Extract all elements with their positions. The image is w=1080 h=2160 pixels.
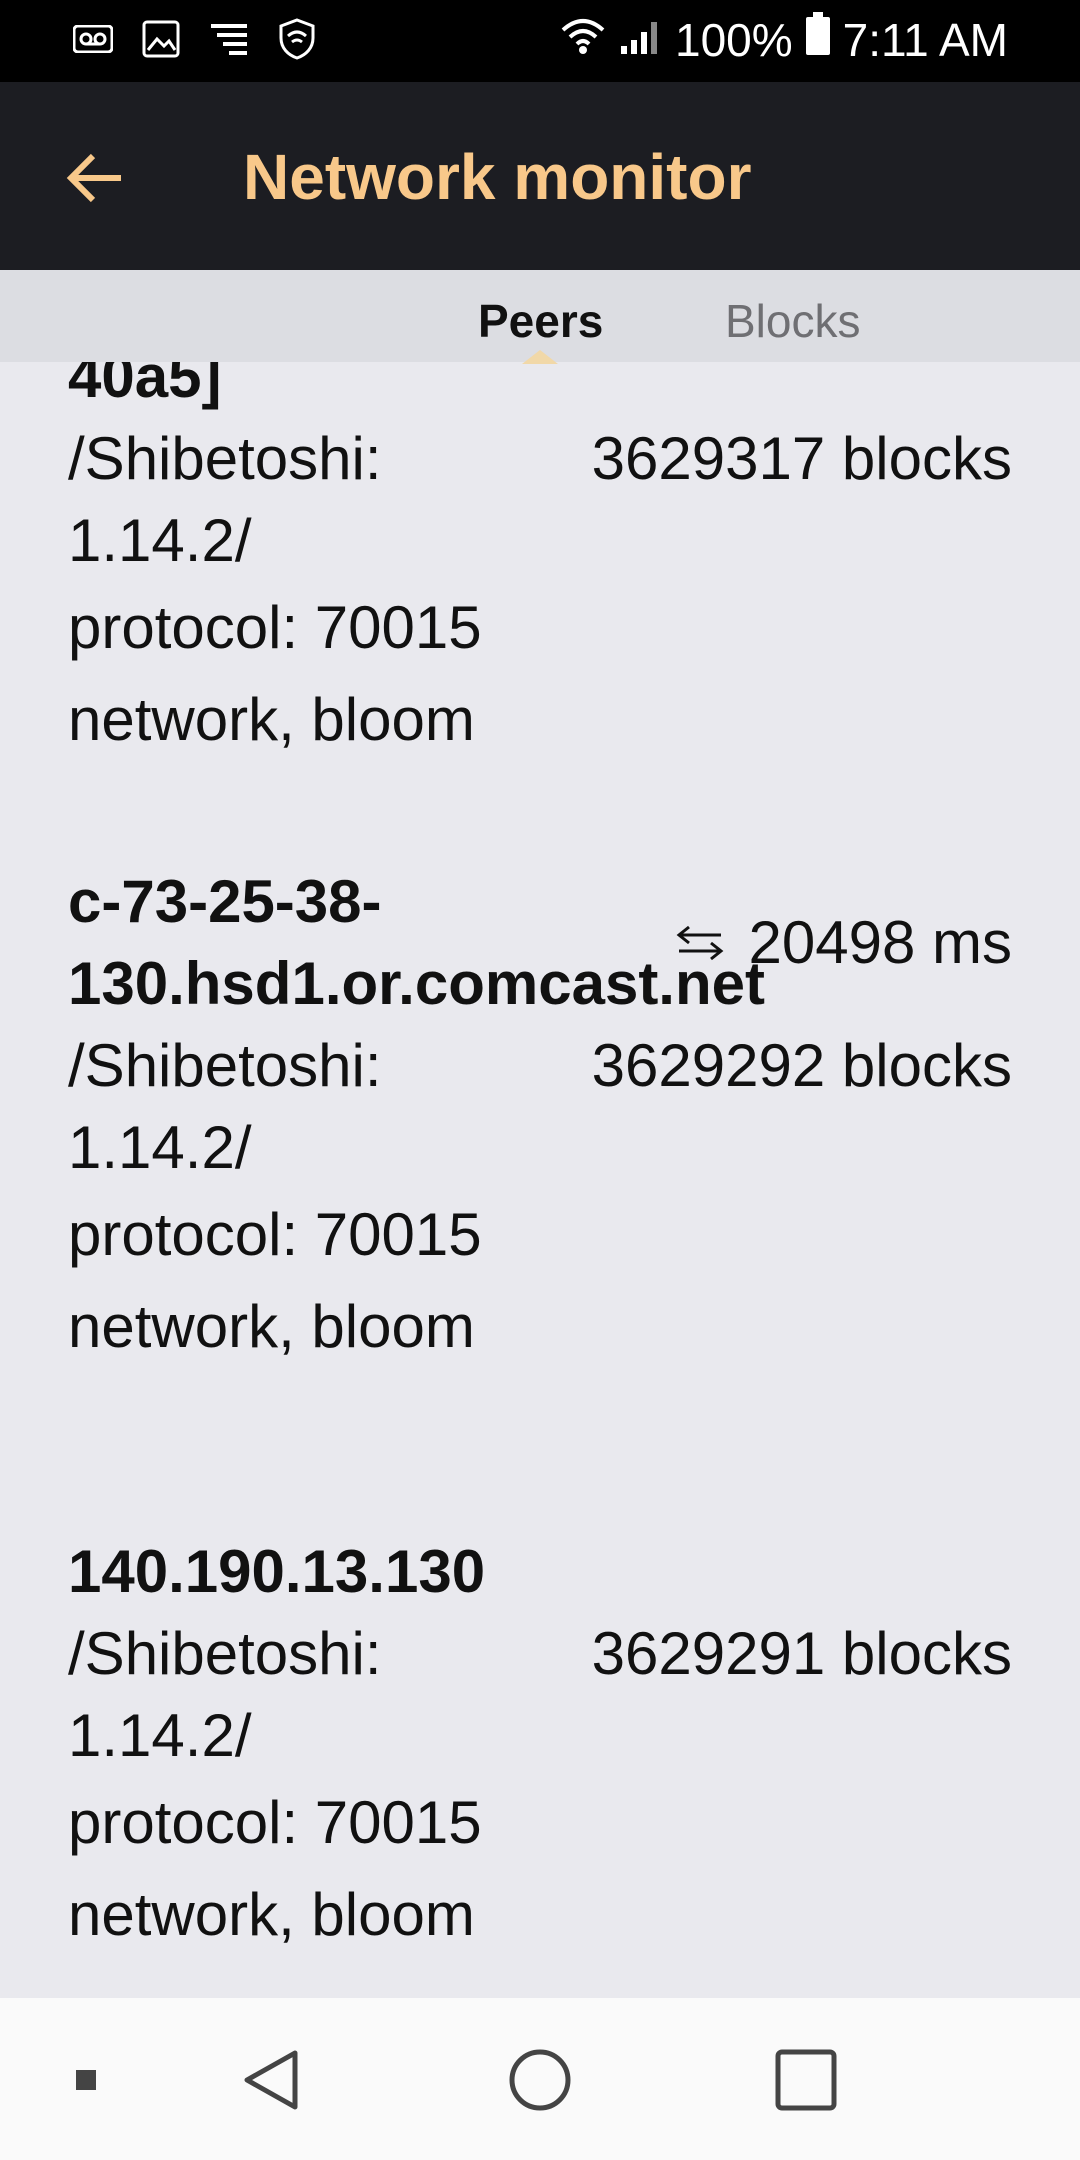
nav-extra-button[interactable]	[48, 2042, 124, 2118]
tab-bar: Peers Blocks	[0, 270, 1080, 364]
peer-item[interactable]: 140.190.13.130 /Shibetoshi: 1.14.2/ 3629…	[68, 1531, 1012, 1961]
square-recents-icon	[775, 2049, 837, 2111]
circle-home-icon	[509, 2049, 571, 2111]
peer-host: c-73-25-38-130.hsd1.or.comcast.net	[68, 868, 765, 1017]
clock: 7:11 AM	[842, 13, 1008, 66]
nav-recents-button[interactable]	[768, 2042, 844, 2118]
peer-ping-value: 20498 ms	[748, 909, 1013, 976]
tab-peers[interactable]: Peers	[478, 294, 603, 348]
peer-protocol: protocol: 70015	[68, 1201, 482, 1268]
voicemail-icon	[72, 18, 114, 60]
peer-height: 3629317 blocks	[591, 425, 1012, 492]
peer-agent: /Shibetoshi: 1.14.2/	[68, 1620, 382, 1769]
status-bar: 100% 7:11 AM	[0, 0, 1080, 82]
data-signal-icon	[208, 18, 250, 60]
triangle-back-icon	[244, 2050, 298, 2110]
tab-blocks[interactable]: Blocks	[725, 294, 860, 348]
page-title: Network monitor	[243, 141, 752, 213]
peer-height: 3629292 blocks	[591, 1032, 1012, 1099]
image-icon	[140, 18, 182, 60]
peer-agent: /Shibetoshi: 1.14.2/	[68, 1032, 382, 1181]
peer-services: network, bloom	[68, 686, 475, 753]
peer-item[interactable]: 40a5] /Shibetoshi: 1.14.2/ 3629317 block…	[68, 362, 1012, 766]
peer-ping: 20498 ms	[675, 861, 1013, 1025]
swap-arrows-icon	[676, 925, 723, 961]
peer-protocol: protocol: 70015	[68, 594, 482, 661]
battery-percent: 100%	[674, 13, 793, 66]
peer-host: 140.190.13.130	[68, 1538, 486, 1605]
shield-icon	[276, 18, 318, 60]
peer-services: network, bloom	[68, 1881, 475, 1948]
square-dot-icon	[76, 2070, 96, 2090]
wifi-icon	[559, 13, 607, 67]
peer-item[interactable]: c-73-25-38-130.hsd1.or.comcast.net 20498…	[68, 861, 1012, 1373]
peer-agent: /Shibetoshi: 1.14.2/	[68, 425, 382, 574]
peer-height: 3629291 blocks	[591, 1620, 1012, 1687]
cell-signal-icon	[619, 13, 663, 67]
peer-protocol: protocol: 70015	[68, 1789, 482, 1856]
nav-back-button[interactable]	[234, 2042, 310, 2118]
app-bar: Network monitor	[0, 82, 1080, 270]
back-button[interactable]	[55, 138, 135, 218]
nav-home-button[interactable]	[502, 2042, 578, 2118]
battery-icon	[805, 12, 831, 67]
peer-services: network, bloom	[68, 1293, 475, 1360]
peer-list[interactable]: 40a5] /Shibetoshi: 1.14.2/ 3629317 block…	[0, 362, 1080, 1998]
peer-host: 40a5]	[68, 362, 222, 410]
arrow-back-icon	[66, 153, 121, 203]
navigation-bar	[0, 1998, 1080, 2160]
